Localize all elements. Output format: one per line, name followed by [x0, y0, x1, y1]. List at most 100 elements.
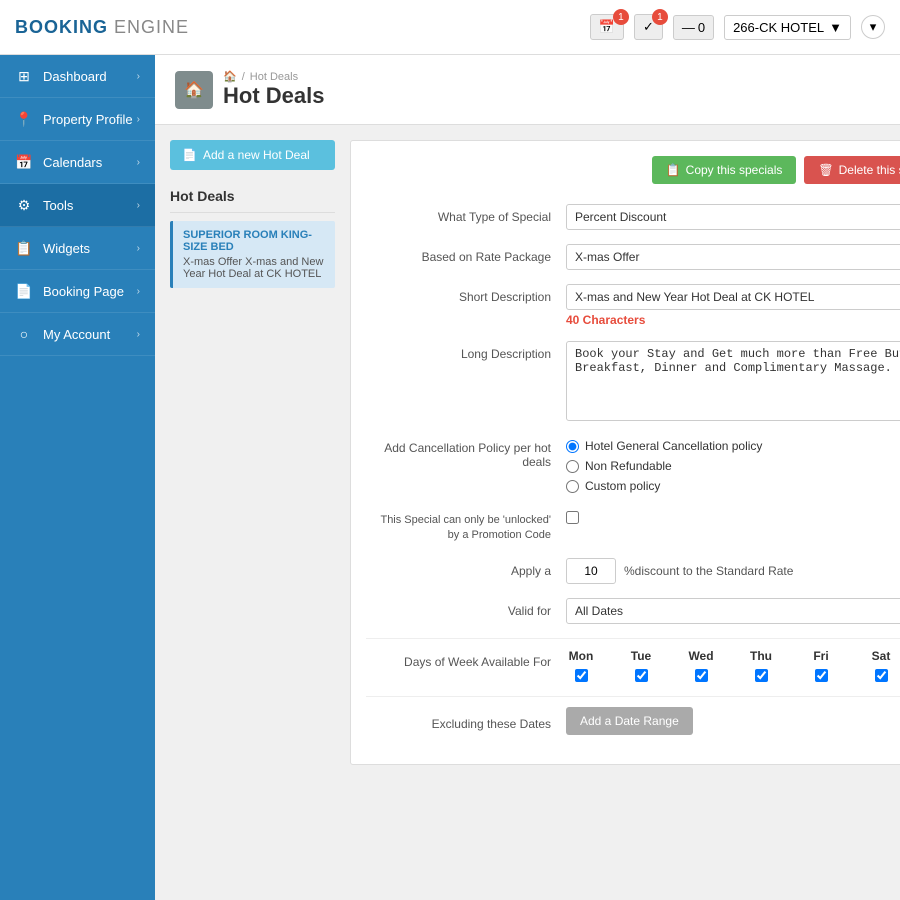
hotel-name: 266-CK HOTEL — [733, 20, 824, 35]
logo-booking: BOOKING — [15, 17, 108, 37]
checkbox-sat[interactable] — [875, 669, 888, 682]
copy-icon: 📋 — [666, 163, 681, 177]
checkbox-fri[interactable] — [815, 669, 828, 682]
message-notification-btn[interactable]: — 0 — [673, 15, 714, 40]
divider — [366, 638, 900, 639]
sidebar-label-tools: Tools — [43, 198, 73, 213]
rate-package-label: Based on Rate Package — [366, 244, 566, 264]
sidebar-item-my-account[interactable]: ○ My Account › — [0, 313, 155, 356]
page-header: 🏠 🏠 / Hot Deals Hot Deals — [155, 55, 900, 125]
chevron-right-icon: › — [137, 71, 140, 82]
sidebar-item-dashboard[interactable]: ⊞ Dashboard › — [0, 55, 155, 98]
valid-for-select[interactable]: All Dates — [566, 598, 900, 624]
add-date-range-button[interactable]: Add a Date Range — [566, 707, 693, 735]
copy-specials-button[interactable]: 📋 Copy this specials — [652, 156, 797, 184]
divider-2 — [366, 696, 900, 697]
sidebar-item-calendars[interactable]: 📅 Calendars › — [0, 141, 155, 184]
top-bar: BOOKING ENGINE 📅 1 ✓ 1 — 0 266-CK HOTEL … — [0, 0, 900, 55]
account-icon: ○ — [15, 325, 33, 343]
delete-specials-button[interactable]: 🗑 Delete this specials — [804, 156, 900, 184]
checkbox-tue[interactable] — [635, 669, 648, 682]
promo-code-checkbox[interactable] — [566, 511, 579, 524]
sidebar-item-widgets[interactable]: 📋 Widgets › — [0, 227, 155, 270]
action-bar: 📋 Copy this specials 🗑 Delete this speci… — [366, 156, 900, 184]
message-count: 0 — [698, 20, 705, 35]
promo-code-label: This Special can only be 'unlocked' by a… — [366, 507, 566, 544]
day-fri-check — [806, 669, 836, 682]
radio-non-refundable[interactable] — [566, 460, 579, 473]
breadcrumb-separator: / — [242, 71, 245, 83]
rate-package-row: Based on Rate Package X-mas Offer — [366, 244, 900, 270]
cancellation-non-refundable[interactable]: Non Refundable — [566, 459, 762, 473]
checkbox-mon[interactable] — [575, 669, 588, 682]
apply-suffix: %discount to the Standard Rate — [624, 564, 793, 578]
left-panel-title: Hot Deals — [170, 180, 335, 213]
page-title-area: 🏠 / Hot Deals Hot Deals — [223, 70, 324, 109]
message-icon: — — [682, 20, 695, 35]
radio-hotel-general[interactable] — [566, 440, 579, 453]
days-of-week-row: Days of Week Available For Mon Tue Wed T… — [366, 649, 900, 682]
excluding-dates-row: Excluding these Dates Add a Date Range — [366, 707, 900, 735]
long-description-label: Long Description — [366, 341, 566, 361]
day-thu-check — [746, 669, 776, 682]
day-sat-label: Sat — [866, 649, 896, 663]
calendar-icon: 📅 — [599, 19, 615, 35]
day-fri-label: Fri — [806, 649, 836, 663]
day-mon-label: Mon — [566, 649, 596, 663]
page-title: Hot Deals — [223, 83, 324, 109]
day-tue-label: Tue — [626, 649, 656, 663]
rate-package-select[interactable]: X-mas Offer — [566, 244, 900, 270]
day-sat-check — [866, 669, 896, 682]
deal-item-name: SUPERIOR ROOM KING-SIZE BED — [183, 229, 325, 253]
dashboard-icon: ⊞ — [15, 67, 33, 85]
calendar-notification-btn[interactable]: 📅 1 — [590, 14, 624, 40]
add-hot-deal-button[interactable]: 📄 Add a new Hot Deal — [170, 140, 335, 170]
sidebar-item-booking-page[interactable]: 📄 Booking Page › — [0, 270, 155, 313]
sidebar-item-tools[interactable]: ⚙ Tools › — [0, 184, 155, 227]
deal-list-item[interactable]: SUPERIOR ROOM KING-SIZE BED X-mas Offer … — [170, 221, 335, 288]
type-of-special-select[interactable]: Percent Discount — [566, 204, 900, 230]
type-of-special-row: What Type of Special Percent Discount — [366, 204, 900, 230]
radio-non-refundable-label: Non Refundable — [585, 459, 672, 473]
left-panel: 📄 Add a new Hot Deal Hot Deals SUPERIOR … — [170, 140, 335, 765]
apply-input[interactable] — [566, 558, 616, 584]
sidebar: ⊞ Dashboard › 📍 Property Profile › 📅 Cal… — [0, 55, 155, 900]
day-tue-check — [626, 669, 656, 682]
chevron-right-icon: › — [137, 200, 140, 211]
alert-badge: 1 — [652, 9, 668, 25]
valid-for-label: Valid for — [366, 598, 566, 618]
chevron-right-icon: › — [137, 286, 140, 297]
calendar-badge: 1 — [613, 9, 629, 25]
tools-icon: ⚙ — [15, 196, 33, 214]
short-description-container: 40 Characters — [566, 284, 900, 327]
chevron-right-icon: › — [137, 157, 140, 168]
checkbox-thu[interactable] — [755, 669, 768, 682]
hotel-selector[interactable]: 266-CK HOTEL ▼ — [724, 15, 851, 40]
day-wed-check — [686, 669, 716, 682]
breadcrumb: 🏠 / Hot Deals — [223, 70, 324, 83]
sidebar-item-property-profile[interactable]: 📍 Property Profile › — [0, 98, 155, 141]
long-description-textarea[interactable]: Book your Stay and Get much more than Fr… — [566, 341, 900, 421]
short-description-row: Short Description 40 Characters — [366, 284, 900, 327]
alert-notification-btn[interactable]: ✓ 1 — [634, 14, 663, 40]
calendar-icon: 📅 — [15, 153, 33, 171]
cancellation-hotel-general[interactable]: Hotel General Cancellation policy — [566, 439, 762, 453]
short-description-label: Short Description — [366, 284, 566, 304]
type-of-special-label: What Type of Special — [366, 204, 566, 224]
apply-label: Apply a — [366, 558, 566, 578]
copy-btn-label: Copy this specials — [686, 163, 783, 177]
logo: BOOKING ENGINE — [15, 17, 189, 38]
day-wed-label: Wed — [686, 649, 716, 663]
checkbox-wed[interactable] — [695, 669, 708, 682]
inner-content: 📄 Add a new Hot Deal Hot Deals SUPERIOR … — [155, 125, 900, 780]
booking-icon: 📄 — [15, 282, 33, 300]
logo-engine: ENGINE — [114, 17, 189, 37]
cancellation-custom-policy[interactable]: Custom policy — [566, 479, 762, 493]
user-menu-btn[interactable]: ▾ — [861, 15, 885, 39]
short-description-input[interactable] — [566, 284, 900, 310]
alert-icon: ✓ — [643, 19, 654, 35]
radio-custom-policy[interactable] — [566, 480, 579, 493]
home-icon-box[interactable]: 🏠 — [175, 71, 213, 109]
chevron-down-icon: ▼ — [829, 20, 842, 35]
chevron-right-icon: › — [137, 329, 140, 340]
